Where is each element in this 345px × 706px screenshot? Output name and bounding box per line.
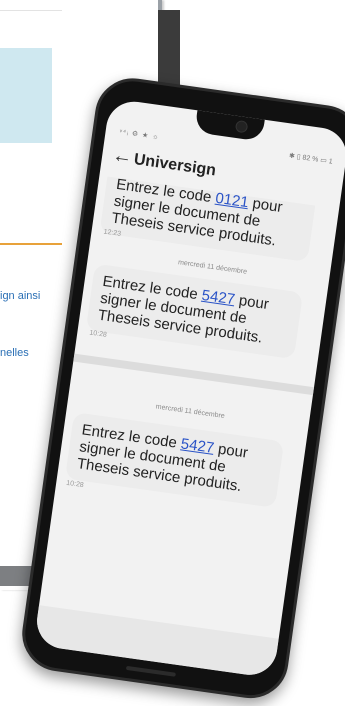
contact-name: Universign: [132, 151, 218, 180]
screen-footer: [33, 605, 279, 679]
message-time: 12:23: [103, 228, 122, 238]
phone-mockup: ᵛ⁴ᵢ ⚙ ★ ☼ ✱ ▯ 82 % ▭ 1 ← Universign Entr…: [0, 68, 345, 703]
phone-body: ᵛ⁴ᵢ ⚙ ★ ☼ ✱ ▯ 82 % ▭ 1 ← Universign Entr…: [17, 73, 345, 703]
back-arrow-icon[interactable]: ←: [111, 144, 134, 170]
message-bubble: Entrez le code 5427 pour signer le docum…: [64, 412, 285, 508]
message-date: mercredi 11 décembre: [155, 403, 226, 421]
speaker-grille: [125, 665, 176, 677]
info-panel: [0, 48, 52, 143]
phone-notch: [194, 108, 266, 142]
separator: [73, 353, 315, 396]
message-date: mercredi 11 décembre: [177, 259, 248, 276]
message-time: 10:28: [65, 479, 85, 490]
camera-icon: [234, 119, 249, 134]
message-bubble: Entrez le code 5427 pour signer le docum…: [85, 263, 304, 360]
divider: [0, 10, 62, 11]
status-icons-right: ✱ ▯ 82 % ▭ 1: [288, 152, 334, 166]
phone-screen: ᵛ⁴ᵢ ⚙ ★ ☼ ✱ ▯ 82 % ▭ 1 ← Universign Entr…: [33, 98, 345, 679]
background-panel-edge: [158, 10, 180, 85]
status-icons-left: ᵛ⁴ᵢ ⚙ ★ ☼: [119, 128, 160, 142]
message-time: 10:28: [88, 329, 108, 339]
